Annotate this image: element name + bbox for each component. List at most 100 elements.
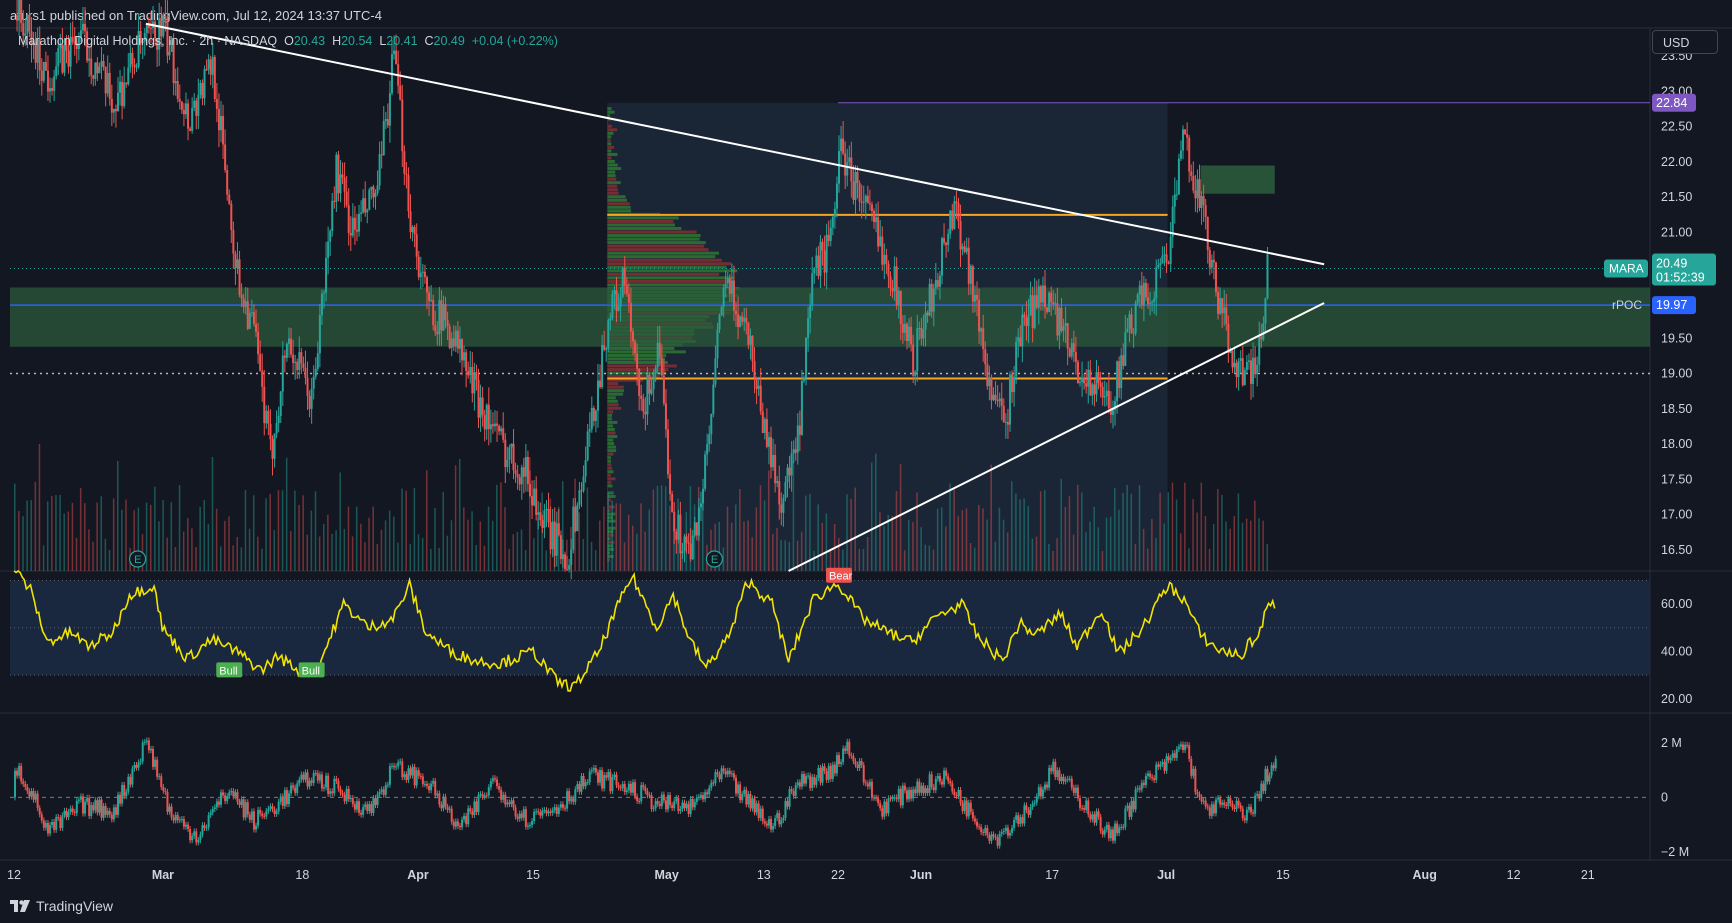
candle-body (980, 328, 983, 332)
volume-bar (508, 549, 510, 571)
oscillator-bar (574, 789, 577, 802)
price-axis-tick: 17.00 (1661, 508, 1692, 522)
candle-body (310, 388, 313, 409)
candle-body (1219, 298, 1222, 314)
volume-profile-bar (607, 110, 615, 114)
oscillator-bar (916, 781, 919, 794)
oscillator-bar (1116, 823, 1119, 834)
oscillator-bar (49, 825, 52, 834)
candle-body (244, 301, 247, 307)
candle-body (236, 259, 239, 269)
candle-body (1210, 259, 1213, 268)
tradingview-brand[interactable]: TradingView (10, 898, 113, 914)
oscillator-bar (294, 787, 297, 793)
symbol-title[interactable]: Marathon Digital Holdings, Inc. · 2h · N… (18, 34, 277, 48)
volume-bar (986, 519, 988, 571)
oscillator-bar (1076, 787, 1079, 799)
candle-body (617, 306, 620, 312)
volume-bar (751, 537, 753, 571)
candle-body (127, 67, 130, 85)
candle-body (582, 476, 585, 491)
volume-bar (88, 529, 90, 571)
volume-bar (376, 544, 379, 571)
oscillator-bar (615, 774, 618, 786)
candle-body (817, 255, 820, 276)
volume-profile-bar (607, 480, 612, 484)
volume-bar (858, 548, 861, 571)
oscillator-bar (502, 794, 505, 800)
oscillator-bar (776, 813, 779, 819)
candle-body (362, 198, 365, 213)
oscillator-bar (522, 809, 525, 818)
candle-body (339, 174, 342, 194)
candle-body (1021, 314, 1024, 347)
candle-body (407, 174, 410, 212)
candle-body (1159, 263, 1162, 266)
candle-body (924, 312, 927, 330)
candle-body (42, 62, 45, 81)
oscillator-bar (1192, 768, 1195, 776)
candle-body (368, 189, 371, 210)
candle-body (255, 323, 258, 332)
earnings-marker-text: E (711, 554, 718, 566)
oscillator-bar (1241, 808, 1244, 819)
oscillator-bar (75, 800, 78, 814)
candle-body (1029, 295, 1032, 316)
candle-body (553, 521, 556, 556)
candle-body (1188, 137, 1191, 172)
oscillator-bar (706, 792, 709, 795)
volume-bar (46, 501, 49, 571)
candle-body (1212, 259, 1215, 263)
last-price-tag-text: 20.49 (1656, 256, 1687, 270)
time-axis-tick: Jun (910, 868, 932, 882)
currency-button[interactable]: USD (1652, 30, 1718, 54)
candle-body (570, 549, 573, 566)
oscillator-bar (30, 791, 33, 797)
volume-bar (38, 443, 41, 571)
volume-bar (982, 508, 984, 571)
volume-profile-bar (607, 262, 732, 266)
volume-bar (965, 508, 968, 571)
volume-bar (759, 485, 762, 571)
oscillator-bar (1048, 767, 1051, 788)
oscillator-bar (432, 780, 435, 784)
candle-body (922, 329, 925, 339)
oscillator-bar (998, 833, 1001, 846)
candle-body (1039, 286, 1042, 303)
candle-body (1015, 341, 1018, 377)
oscillator-bar (1206, 806, 1209, 808)
oscillator-bar (129, 776, 132, 785)
candle-body (419, 272, 422, 278)
oscillator-bar (1182, 744, 1185, 750)
volume-bar (331, 533, 333, 571)
candle-body (829, 227, 832, 241)
volume-bar (438, 547, 440, 571)
candle-body (28, 14, 31, 32)
candle-body (360, 212, 363, 214)
candle-body (61, 45, 64, 73)
candle-body (1120, 355, 1123, 389)
candle-body (510, 443, 513, 448)
chart-canvas[interactable]: EE23.5023.0022.5022.0021.5021.0020.5020.… (0, 0, 1732, 923)
candle-body (1260, 336, 1263, 340)
volume-bar (430, 549, 432, 571)
oscillator-bar (1058, 770, 1061, 782)
candle-body (1155, 267, 1158, 299)
volume-bar (1155, 538, 1157, 571)
volume-bar (1250, 520, 1252, 571)
candle-body (601, 345, 604, 388)
oscillator-bar (355, 801, 358, 810)
candle-body (712, 384, 715, 414)
oscillator-bar (1027, 810, 1030, 815)
oscillator-bar (572, 798, 575, 802)
oscillator-bar (329, 791, 332, 794)
oscillator-bar (335, 778, 338, 782)
oscillator-bar (1179, 744, 1182, 747)
oscillator-bar (551, 810, 554, 813)
oscillator-bar (535, 811, 538, 813)
candle-body (875, 217, 878, 222)
candle-body (1076, 361, 1079, 384)
oscillator-bar (545, 810, 548, 814)
oscillator-bar (677, 798, 680, 811)
oscillator-bar (487, 787, 490, 796)
